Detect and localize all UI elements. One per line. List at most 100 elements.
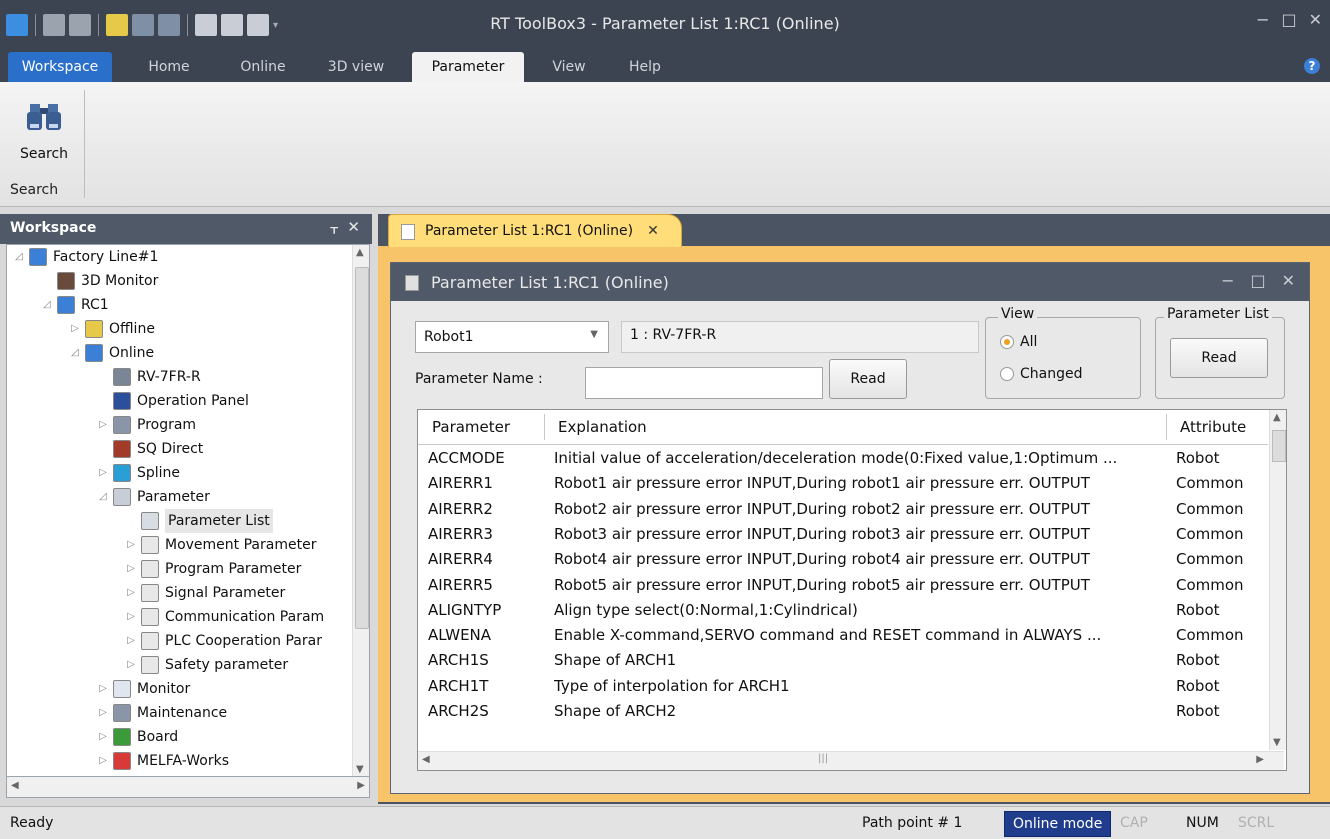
expand-toggle-icon[interactable]: ▷	[125, 533, 137, 557]
tree-item[interactable]: ▷ Monitor	[97, 677, 190, 701]
table-row[interactable]: AIRERR4 Robot4 air pressure error INPUT,D…	[418, 547, 1268, 571]
parameter-name-label: Parameter Name :	[415, 371, 543, 387]
pin-icon[interactable]: ᚁ	[330, 218, 337, 236]
table-row[interactable]: ARCH2S Shape of ARCH2 Robot	[418, 699, 1268, 723]
scroll-thumb[interactable]	[355, 267, 369, 629]
column-header-parameter[interactable]: Parameter	[432, 418, 510, 436]
expand-toggle-icon[interactable]: ▷	[97, 701, 109, 725]
tab-3d-view[interactable]: 3D view	[316, 52, 396, 82]
expand-toggle-icon[interactable]: ▷	[69, 317, 81, 341]
table-row[interactable]: ARCH1S Shape of ARCH1 Robot	[418, 648, 1268, 672]
scroll-up-icon[interactable]: ▲	[356, 247, 364, 258]
tree-item[interactable]: Operation Panel	[97, 389, 249, 413]
tree-item[interactable]: ▷ Safety parameter	[125, 653, 288, 677]
minimize-button[interactable]: −	[1256, 10, 1269, 29]
workspace-hscrollbar[interactable]: ◀ ▶	[6, 776, 370, 798]
table-vscrollbar[interactable]: ▲ ▼	[1269, 410, 1286, 750]
parameter-list-read-button[interactable]: Read	[1170, 338, 1268, 378]
table-row[interactable]: ACCMODE Initial value of acceleration/dec…	[418, 446, 1268, 470]
chevron-down-icon[interactable]: ▼	[590, 329, 598, 340]
table-row[interactable]: AIRERR2 Robot2 air pressure error INPUT,D…	[418, 497, 1268, 521]
table-row[interactable]: ALWENA Enable X-command,SERVO command and…	[418, 623, 1268, 647]
tree-item[interactable]: ▷ Spline	[97, 461, 180, 485]
tree-item[interactable]: ◿ RC1	[41, 293, 109, 317]
scroll-down-icon[interactable]: ▼	[356, 764, 364, 775]
workspace-vscrollbar[interactable]: ▲ ▼	[352, 245, 369, 777]
close-icon[interactable]: ✕	[647, 223, 659, 239]
tab-help[interactable]: Help	[616, 52, 674, 82]
tree-item[interactable]: ▷ Communication Param	[125, 605, 324, 629]
tree-item[interactable]: ▷ MELFA-Works	[97, 749, 229, 773]
table-hscrollbar[interactable]: ◀ ||| ▶	[418, 751, 1284, 770]
offline-icon	[85, 320, 103, 338]
expand-toggle-icon[interactable]: ▷	[125, 557, 137, 581]
status-bar: Ready Path point # 1 Online mode CAP NUM…	[0, 806, 1330, 839]
expand-toggle-icon[interactable]: ▷	[125, 653, 137, 677]
tree-item[interactable]: ▷ Movement Parameter	[125, 533, 316, 557]
view-all-radio[interactable]: All	[1000, 334, 1037, 350]
maximize-button[interactable]: □	[1250, 271, 1265, 290]
tree-item[interactable]: ◿ Factory Line#1	[13, 245, 158, 269]
expand-toggle-icon[interactable]: ▷	[97, 725, 109, 749]
tree-item[interactable]: ◿ Parameter	[97, 485, 210, 509]
close-icon[interactable]: ✕	[347, 218, 360, 236]
table-row[interactable]: ARCH1T Type of interpolation for ARCH1 Rob…	[418, 674, 1268, 698]
help-icon[interactable]: ?	[1304, 58, 1320, 74]
close-button[interactable]: ✕	[1282, 271, 1295, 290]
table-row[interactable]: AIRERR1 Robot1 air pressure error INPUT,D…	[418, 471, 1268, 495]
tree-item[interactable]: ▷ PLC Cooperation Parar	[125, 629, 322, 653]
expand-toggle-icon[interactable]: ◿	[13, 245, 25, 269]
tab-parameter[interactable]: Parameter	[412, 52, 524, 82]
expand-toggle-icon[interactable]: ◿	[97, 485, 109, 509]
expand-toggle-icon[interactable]: ▷	[125, 629, 137, 653]
expand-toggle-icon[interactable]: ◿	[41, 293, 53, 317]
table-row[interactable]: ALIGNTYP Align type select(0:Normal,1:Cyl…	[418, 598, 1268, 622]
view-changed-radio[interactable]: Changed	[1000, 366, 1083, 382]
parameter-name-input[interactable]	[585, 367, 823, 399]
tree-item[interactable]: Parameter List	[125, 509, 273, 533]
tree-item[interactable]: ▷ Offline	[69, 317, 155, 341]
expand-toggle-icon[interactable]: ▷	[97, 677, 109, 701]
read-button[interactable]: Read	[829, 359, 907, 399]
tree-item[interactable]: ▷ Signal Parameter	[125, 581, 285, 605]
table-row[interactable]: AIRERR5 Robot5 air pressure error INPUT,D…	[418, 573, 1268, 597]
close-button[interactable]: ✕	[1309, 10, 1322, 29]
tree-item[interactable]: SQ Direct	[97, 437, 203, 461]
maximize-button[interactable]: □	[1281, 10, 1296, 29]
tree-item[interactable]: ▷ Program	[97, 413, 196, 437]
tree-item[interactable]: ▷ Maintenance	[97, 701, 227, 725]
expand-toggle-icon[interactable]: ▷	[97, 413, 109, 437]
column-header-explanation[interactable]: Explanation	[558, 418, 647, 436]
inner-window-title: Parameter List 1:RC1 (Online)	[431, 273, 669, 292]
document-tab[interactable]: Parameter List 1:RC1 (Online) ✕	[388, 214, 682, 247]
expand-toggle-icon[interactable]: ▷	[97, 749, 109, 773]
tab-view[interactable]: View	[540, 52, 598, 82]
minimize-button[interactable]: −	[1221, 271, 1234, 290]
expand-toggle-icon[interactable]: ▷	[97, 461, 109, 485]
tree-item[interactable]: ▷ Board	[97, 725, 178, 749]
search-button[interactable]: Search	[10, 94, 78, 170]
scroll-thumb[interactable]	[1272, 430, 1286, 462]
tree-item[interactable]: ▷ Program Parameter	[125, 557, 301, 581]
tab-workspace[interactable]: Workspace	[8, 52, 112, 82]
tree-item[interactable]: 3D Monitor	[41, 269, 158, 293]
expand-toggle-icon[interactable]: ▷	[125, 581, 137, 605]
expand-toggle-icon[interactable]: ◿	[69, 341, 81, 365]
robot-select[interactable]: Robot1 ▼	[415, 321, 609, 353]
tree-item[interactable]: ◿ Online	[69, 341, 154, 365]
scroll-right-icon[interactable]: ▶	[357, 780, 365, 791]
scroll-down-icon[interactable]: ▼	[1273, 737, 1281, 748]
expand-toggle-icon[interactable]: ▷	[125, 605, 137, 629]
scroll-up-icon[interactable]: ▲	[1273, 412, 1281, 423]
tree-item-label: RV-7FR-R	[137, 369, 201, 385]
tree-item[interactable]: RV-7FR-R	[97, 365, 201, 389]
column-header-attribute[interactable]: Attribute	[1180, 418, 1246, 436]
scroll-left-icon[interactable]: ◀	[422, 754, 430, 765]
scroll-grip-icon[interactable]: |||	[818, 753, 828, 764]
scroll-left-icon[interactable]: ◀	[11, 780, 19, 791]
scroll-right-icon[interactable]: ▶	[1256, 754, 1264, 765]
ribbon-group-label: Search	[10, 182, 59, 198]
tab-home[interactable]: Home	[130, 52, 208, 82]
tab-online[interactable]: Online	[224, 52, 302, 82]
table-row[interactable]: AIRERR3 Robot3 air pressure error INPUT,D…	[418, 522, 1268, 546]
